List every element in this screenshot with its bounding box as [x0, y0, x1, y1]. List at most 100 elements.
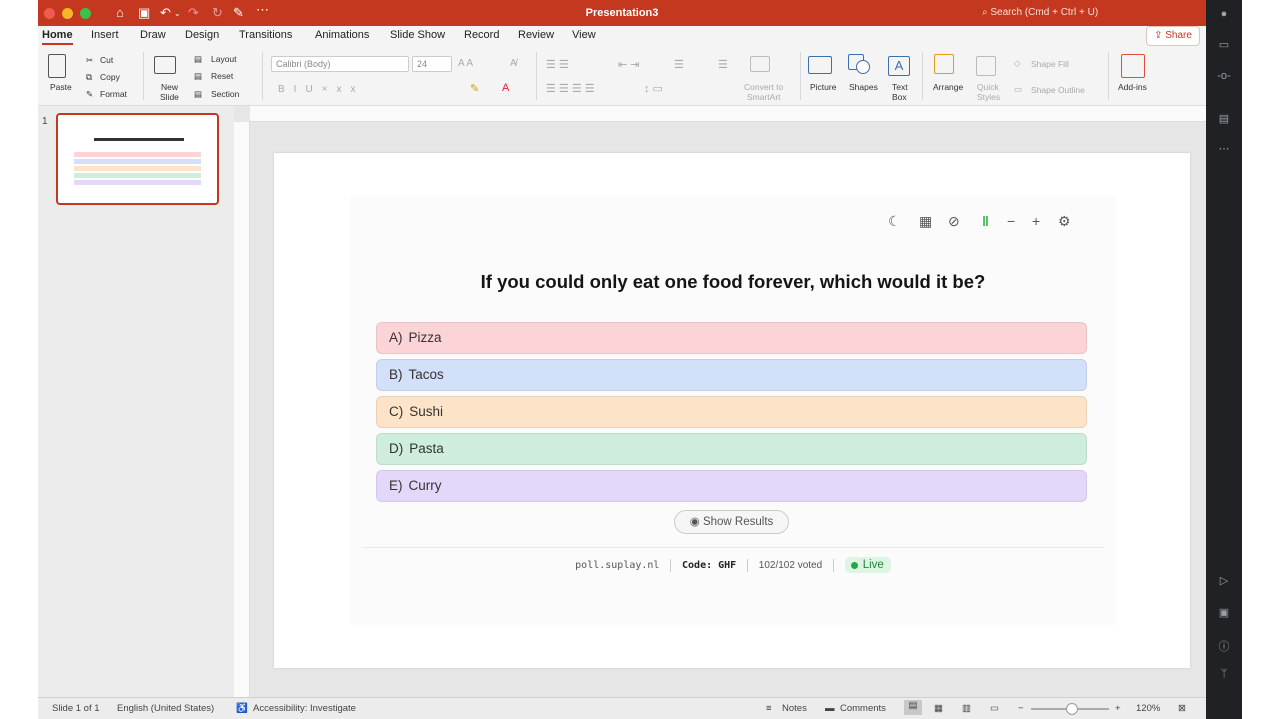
add-ins-label[interactable]: Add-ins: [1118, 82, 1147, 92]
grow-shrink-font-icon[interactable]: A A: [458, 58, 473, 69]
layout-icon[interactable]: ▤: [1216, 112, 1232, 126]
quick-styles-label-1[interactable]: Quick: [977, 82, 999, 92]
notes-icon[interactable]: ≡: [766, 703, 772, 714]
zoom-out-icon[interactable]: −: [1007, 213, 1015, 229]
layout-label[interactable]: Layout: [211, 54, 237, 64]
font-size-select[interactable]: 24: [412, 56, 452, 72]
textbox-icon[interactable]: A: [888, 56, 910, 76]
shape-fill-label[interactable]: Shape Fill: [1031, 59, 1069, 69]
reset-icon[interactable]: ▤: [194, 71, 202, 82]
arrange-label[interactable]: Arrange: [933, 82, 963, 92]
format-label[interactable]: Format: [100, 89, 127, 99]
reading-view-icon[interactable]: ▥: [962, 703, 971, 714]
poll-option-pizza[interactable]: A) Pizza: [376, 322, 1087, 354]
arrange-icon[interactable]: [934, 54, 954, 74]
font-style-buttons[interactable]: BIU×xx: [278, 84, 365, 95]
pause-icon[interactable]: ‖: [982, 213, 989, 229]
cut-icon[interactable]: ✂: [86, 55, 93, 66]
paste-label[interactable]: Paste: [50, 82, 72, 92]
section-icon[interactable]: ▤: [194, 89, 202, 100]
shape-outline-label[interactable]: Shape Outline: [1031, 85, 1085, 95]
tab-draw[interactable]: Draw: [140, 29, 166, 41]
indent-icons[interactable]: ⇤ ⇥: [618, 58, 640, 71]
new-slide-icon[interactable]: [154, 56, 176, 74]
shapes-label[interactable]: Shapes: [849, 82, 878, 92]
add-ins-icon[interactable]: [1121, 54, 1145, 78]
poll-option-sushi[interactable]: C) Sushi: [376, 396, 1087, 428]
font-color-icon[interactable]: A: [502, 82, 509, 94]
clear-format-icon[interactable]: A̸: [510, 58, 517, 69]
quick-styles-label-2[interactable]: Styles: [977, 92, 1000, 102]
section-label[interactable]: Section: [211, 89, 239, 99]
hide-icon[interactable]: ⊘: [948, 213, 960, 230]
font-family-select[interactable]: Calibri (Body): [271, 56, 409, 72]
cut-label[interactable]: Cut: [100, 55, 113, 65]
highlight-icon[interactable]: ✎: [470, 82, 479, 95]
poll-option-tacos[interactable]: B) Tacos: [376, 359, 1087, 391]
dark-mode-icon[interactable]: ☾: [888, 213, 901, 230]
play-circle-icon[interactable]: ▷: [1216, 574, 1232, 588]
show-results-button[interactable]: ◉ Show Results: [674, 510, 789, 534]
language[interactable]: English (United States): [117, 703, 214, 714]
slide-canvas[interactable]: ☾ ▦ ⊘ ‖ − + ⚙ If you could only eat one …: [274, 153, 1190, 668]
tab-insert[interactable]: Insert: [91, 29, 119, 41]
tab-review[interactable]: Review: [518, 29, 554, 41]
presenter-view-icon[interactable]: ▭: [990, 703, 999, 714]
shape-outline-icon[interactable]: ▭: [1014, 84, 1022, 95]
settings-icon[interactable]: ⚙: [1058, 213, 1071, 230]
notes-button[interactable]: Notes: [782, 703, 807, 714]
zoom-in-icon[interactable]: +: [1032, 213, 1040, 229]
info-icon[interactable]: ⓘ: [1216, 638, 1232, 653]
text-direction-icons[interactable]: ↕ ▭: [644, 82, 663, 95]
tab-home[interactable]: Home: [42, 29, 73, 45]
format-painter-icon[interactable]: ✎: [86, 89, 93, 100]
terminal-icon[interactable]: ▣: [1216, 606, 1232, 620]
columns-icon[interactable]: ☰: [718, 58, 728, 71]
new-slide-label-2[interactable]: Slide: [160, 92, 179, 102]
convert-label-2[interactable]: SmartArt: [747, 92, 781, 102]
qr-code-icon[interactable]: ▦: [919, 213, 932, 230]
poll-option-curry[interactable]: E) Curry: [376, 470, 1087, 502]
copy-icon[interactable]: ⧉: [86, 72, 92, 83]
comments-icon[interactable]: ▬: [825, 703, 835, 714]
more-icon[interactable]: ⋯: [1216, 142, 1232, 156]
slide-thumbnail[interactable]: [56, 113, 219, 205]
tab-design[interactable]: Design: [185, 29, 219, 41]
copy-label[interactable]: Copy: [100, 72, 120, 82]
tab-slide-show[interactable]: Slide Show: [390, 29, 445, 41]
bullets-icon[interactable]: ☰ ☰: [546, 58, 569, 71]
tab-view[interactable]: View: [572, 29, 596, 41]
folder-icon[interactable]: ▭: [1216, 38, 1232, 52]
line-spacing-icon[interactable]: ☰: [674, 58, 684, 71]
reset-label[interactable]: Reset: [211, 71, 233, 81]
textbox-label-2[interactable]: Box: [892, 92, 907, 102]
search-box[interactable]: ⌕ Search (Cmd + Ctrl + U): [982, 7, 1098, 18]
poll-option-pasta[interactable]: D) Pasta: [376, 433, 1087, 465]
git-commit-icon[interactable]: -o-: [1216, 70, 1232, 84]
share-button[interactable]: ⇪ Share: [1146, 26, 1200, 46]
zoom-slider-thumb[interactable]: [1066, 703, 1078, 715]
fit-slide-icon[interactable]: ⊠: [1178, 703, 1186, 714]
picture-label[interactable]: Picture: [810, 82, 836, 92]
accessibility-icon[interactable]: ♿: [236, 703, 248, 714]
shape-fill-icon[interactable]: ◇: [1014, 58, 1021, 69]
quick-styles-icon[interactable]: [976, 56, 996, 76]
zoom-in-button[interactable]: +: [1115, 703, 1121, 714]
layout-icon[interactable]: ▤: [194, 54, 202, 65]
slide-sorter-icon[interactable]: ▦: [934, 703, 943, 714]
accessibility-status[interactable]: Accessibility: Investigate: [253, 703, 356, 714]
picture-icon[interactable]: [808, 56, 832, 74]
tab-animations[interactable]: Animations: [315, 29, 369, 41]
smartart-icon[interactable]: [750, 56, 770, 72]
convert-label-1[interactable]: Convert to: [744, 82, 783, 92]
paste-icon[interactable]: [48, 54, 66, 78]
comments-button[interactable]: Comments: [840, 703, 886, 714]
textbox-label-1[interactable]: Text: [892, 82, 908, 92]
tab-transitions[interactable]: Transitions: [239, 29, 292, 41]
tab-record[interactable]: Record: [464, 29, 499, 41]
normal-view-icon[interactable]: ▤: [904, 700, 922, 715]
zoom-out-button[interactable]: −: [1018, 703, 1024, 714]
zoom-level[interactable]: 120%: [1136, 703, 1160, 714]
align-icons[interactable]: ☰ ☰ ☰ ☰: [546, 82, 595, 95]
branch-icon[interactable]: ᛘ: [1216, 668, 1232, 682]
